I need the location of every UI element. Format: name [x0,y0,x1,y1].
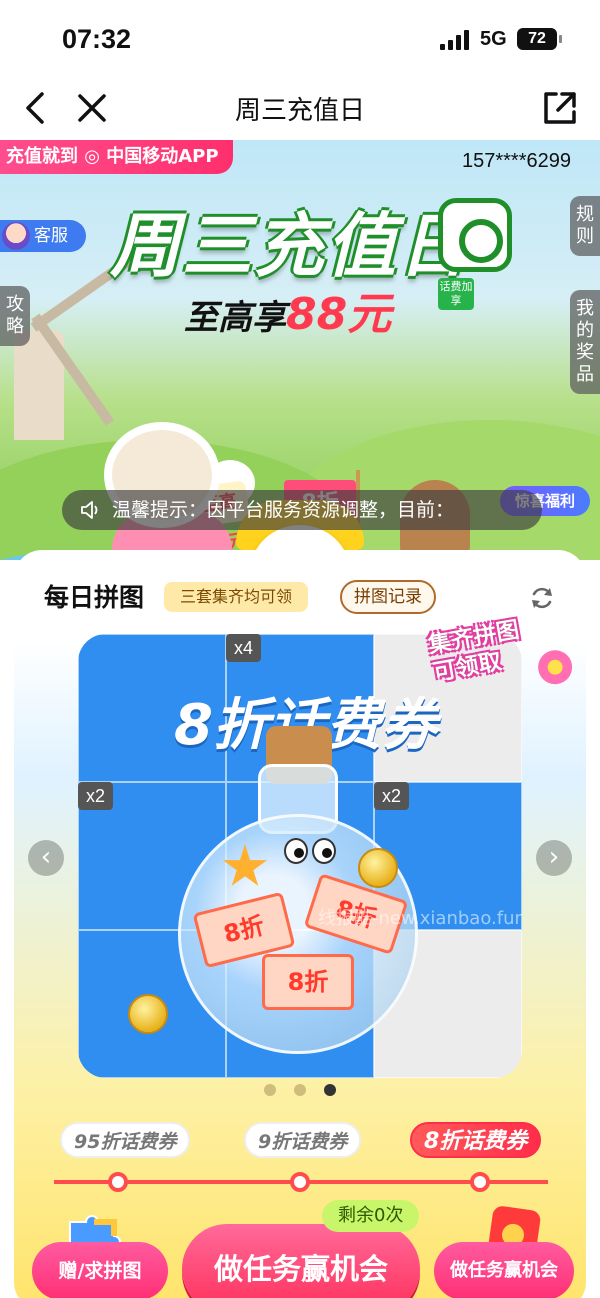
do-tasks-side-button[interactable]: 做任务赢机会 [434,1242,574,1298]
reward-stage-80[interactable]: 8折话费券 [410,1122,542,1158]
piece-count-badge: x4 [226,634,262,662]
puzzle-record-button[interactable]: 拼图记录 [340,580,436,614]
strategy-tab[interactable]: 攻略 [0,286,30,346]
watermark-text: 线报酷-new.xianbao.fun [318,908,522,929]
progress-node [108,1172,128,1192]
hero-banner: 充值就到 ◎ 中国移动APP 157****6299 客服 攻略 规则 我的奖品… [0,140,600,560]
phone-number: 157****6299 [462,150,571,172]
network-type: 5G [480,28,507,50]
reward-stage-90[interactable]: 9折话费券 [244,1122,362,1158]
piece-count-badge: x2 [374,782,410,810]
share-icon[interactable] [540,88,580,128]
banner-title: 周三充值日 [110,205,470,287]
puzzle-title: 每日拼图 [44,578,155,614]
carousel-dots [264,1084,344,1098]
notice-text: 温馨提示：因平台服务资源调整，目前： [112,499,455,521]
banner-subtitle: 至高享88元 [184,278,391,342]
daily-puzzle-card: 每日拼图 三套集齐均可领 拼图记录 8折话费券 8折 8折 8折 线报酷-new… [14,550,586,1298]
status-bar: 07:32 5G 72 [0,0,600,76]
subtitle-prefix: 至高享 [184,298,286,338]
signal-icon [440,30,470,50]
carousel-next-button[interactable]: › [536,840,572,876]
puzzle-hint: 三套集齐均可领 [164,582,309,612]
carousel-dot[interactable] [294,1084,306,1096]
status-time: 07:32 [62,24,132,54]
collect-puzzle-sticker: 集齐拼图 可领取 [426,609,575,711]
customer-service-label: 客服 [34,226,68,246]
china-mobile-logo-icon [438,198,512,272]
rules-tab[interactable]: 规则 [570,196,600,256]
coin-icon [128,994,168,1034]
coupon-decor: 8折 [262,954,354,1010]
refresh-icon[interactable] [528,584,556,612]
subtitle-amount: 88元 [286,289,392,340]
nav-bar: 周三充值日 [0,76,600,140]
gift-request-puzzle-button[interactable]: 赠/求拼图 [32,1242,168,1298]
piece-count-badge: x2 [78,782,114,810]
carousel-dot-active[interactable] [324,1084,336,1096]
reward-stage-95[interactable]: 95折话费券 [60,1122,191,1158]
avatar-icon [2,222,30,250]
speaker-icon [81,501,98,519]
carousel-prev-button[interactable]: ‹ [28,840,64,876]
app-tag: 充值就到 ◎ 中国移动APP [0,140,233,174]
my-prizes-tab[interactable]: 我的奖品 [570,290,600,394]
progress-node [290,1172,310,1192]
remaining-chances-badge: 剩余0次 [322,1200,420,1232]
customer-service-button[interactable]: 客服 [0,220,86,252]
battery-icon: 72 [517,28,562,50]
carousel-dot[interactable] [264,1084,276,1096]
do-tasks-main-button[interactable]: 做任务赢机会 [182,1224,420,1298]
coin-icon [358,848,398,888]
bonus-tag: 话费加享 [438,278,474,310]
progress-node [470,1172,490,1192]
notice-bar[interactable]: 温馨提示：因平台服务资源调整，目前： [62,490,542,530]
jar-eyes-decor [284,838,338,866]
page-title: 周三充值日 [234,96,365,126]
